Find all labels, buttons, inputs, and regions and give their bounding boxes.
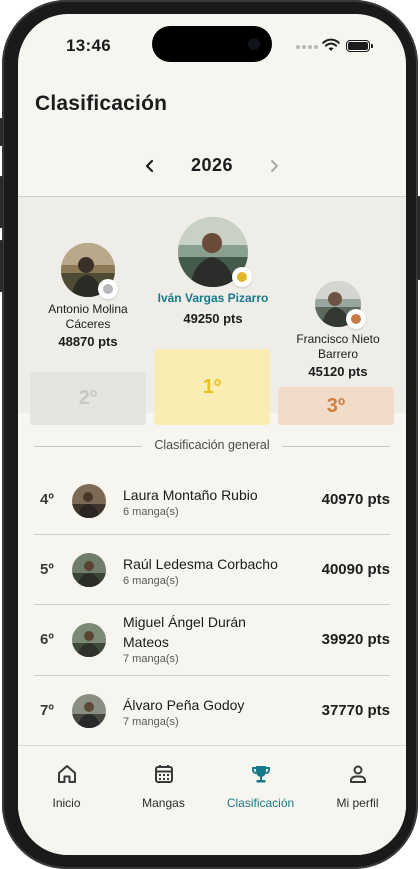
divider	[282, 446, 390, 447]
row-rounds: 7 manga(s)	[123, 716, 179, 728]
tab-bar: Inicio Mangas Clasificación Mi perfil	[18, 745, 406, 855]
tab-mi-perfil[interactable]: Mi perfil	[309, 762, 406, 810]
tab-clasificacion[interactable]: Clasificación	[212, 762, 309, 810]
row-points: 40970 pts	[321, 491, 390, 508]
side-button-action	[0, 118, 3, 146]
row-rank: 5º	[40, 561, 54, 578]
dynamic-island	[152, 26, 272, 62]
podium-name: Iván Vargas Pizarro	[157, 291, 269, 305]
podium-second-place[interactable]: Antonio Molina Cáceres 48870 pts	[30, 243, 146, 349]
row-name: Miguel Ángel Durán Mateos	[123, 614, 246, 650]
avatar	[72, 484, 106, 518]
side-button-volume-down	[0, 240, 3, 292]
tab-mangas[interactable]: Mangas	[115, 762, 212, 810]
podium-block-first: 1º	[154, 349, 270, 425]
podium-name: Antonio Molina Cáceres	[48, 302, 128, 331]
row-points: 37770 pts	[321, 702, 390, 719]
previous-year-button[interactable]	[138, 154, 162, 178]
row-name: Raúl Ledesma Corbacho	[123, 556, 278, 572]
person-icon	[349, 765, 366, 783]
tab-label: Mangas	[142, 796, 185, 810]
tab-label: Inicio	[52, 796, 81, 810]
avatar	[72, 623, 106, 657]
row-rank: 7º	[40, 702, 54, 719]
podium-points: 45120 pts	[308, 364, 368, 379]
next-year-button[interactable]	[262, 154, 286, 178]
calendar-icon	[154, 765, 173, 783]
row-rounds: 7 manga(s)	[123, 653, 179, 665]
row-points: 39920 pts	[321, 631, 390, 648]
ranking-row[interactable]: 5º Raúl Ledesma Corbacho 6 manga(s) 4009…	[34, 535, 390, 605]
status-time: 13:46	[66, 36, 111, 55]
wifi-icon	[322, 38, 340, 51]
page-title: Clasificación	[35, 92, 168, 115]
phone-frame: 13:46 Clasificación 2026 Antonio Molina …	[0, 0, 420, 869]
home-icon	[57, 765, 76, 783]
podium: Antonio Molina Cáceres 48870 pts 2º Iván…	[18, 197, 406, 425]
status-bar: 13:46	[18, 14, 406, 70]
podium-place-label: 2º	[78, 387, 98, 409]
podium-block-second: 2º	[30, 372, 146, 425]
chevron-left-icon	[145, 159, 154, 173]
row-rank: 4º	[40, 491, 54, 508]
selected-year: 2026	[190, 155, 234, 175]
year-selector: 2026	[18, 150, 406, 184]
battery-icon	[346, 40, 373, 52]
ranking-row[interactable]: 6º Miguel Ángel Durán Mateos 7 manga(s) …	[34, 605, 390, 675]
trophy-icon	[251, 766, 270, 783]
row-name: Álvaro Peña Godoy	[123, 697, 245, 713]
podium-block-third: 3º	[278, 387, 394, 425]
front-camera	[248, 38, 260, 50]
row-rounds: 6 manga(s)	[123, 575, 179, 587]
avatar	[72, 694, 106, 728]
row-rank: 6º	[40, 631, 54, 648]
podium-points: 49250 pts	[183, 311, 243, 326]
cellular-signal-icon	[296, 45, 318, 49]
ranking-row[interactable]: 4º Laura Montaño Rubio 6 manga(s) 40970 …	[34, 466, 390, 536]
bronze-medal-icon	[346, 309, 366, 329]
podium-points: 48870 pts	[58, 334, 118, 349]
general-classification-header: Clasificación general	[34, 438, 390, 454]
section-title: Clasificación general	[154, 438, 270, 452]
silver-medal-icon	[98, 279, 118, 299]
tab-label: Clasificación	[226, 796, 295, 810]
chevron-right-icon	[271, 160, 278, 172]
row-points: 40090 pts	[321, 561, 390, 578]
podium-place-label: 1º	[202, 375, 222, 398]
podium-third-place[interactable]: Francisco Nieto Barrero 45120 pts	[280, 281, 396, 379]
podium-first-place[interactable]: Iván Vargas Pizarro 49250 pts	[152, 217, 274, 326]
app-screen: 13:46 Clasificación 2026 Antonio Molina …	[18, 14, 406, 855]
tab-label: Mi perfil	[336, 796, 379, 810]
gold-medal-icon	[232, 267, 252, 287]
row-name: Laura Montaño Rubio	[123, 487, 258, 503]
podium-place-label: 3º	[326, 394, 346, 417]
side-button-volume-up	[0, 176, 3, 228]
ranking-row[interactable]: 7º Álvaro Peña Godoy 7 manga(s) 37770 pt…	[34, 676, 390, 746]
row-rounds: 6 manga(s)	[123, 506, 179, 518]
podium-name: Francisco Nieto Barrero	[296, 332, 380, 361]
tab-inicio[interactable]: Inicio	[18, 762, 115, 810]
avatar	[72, 553, 106, 587]
